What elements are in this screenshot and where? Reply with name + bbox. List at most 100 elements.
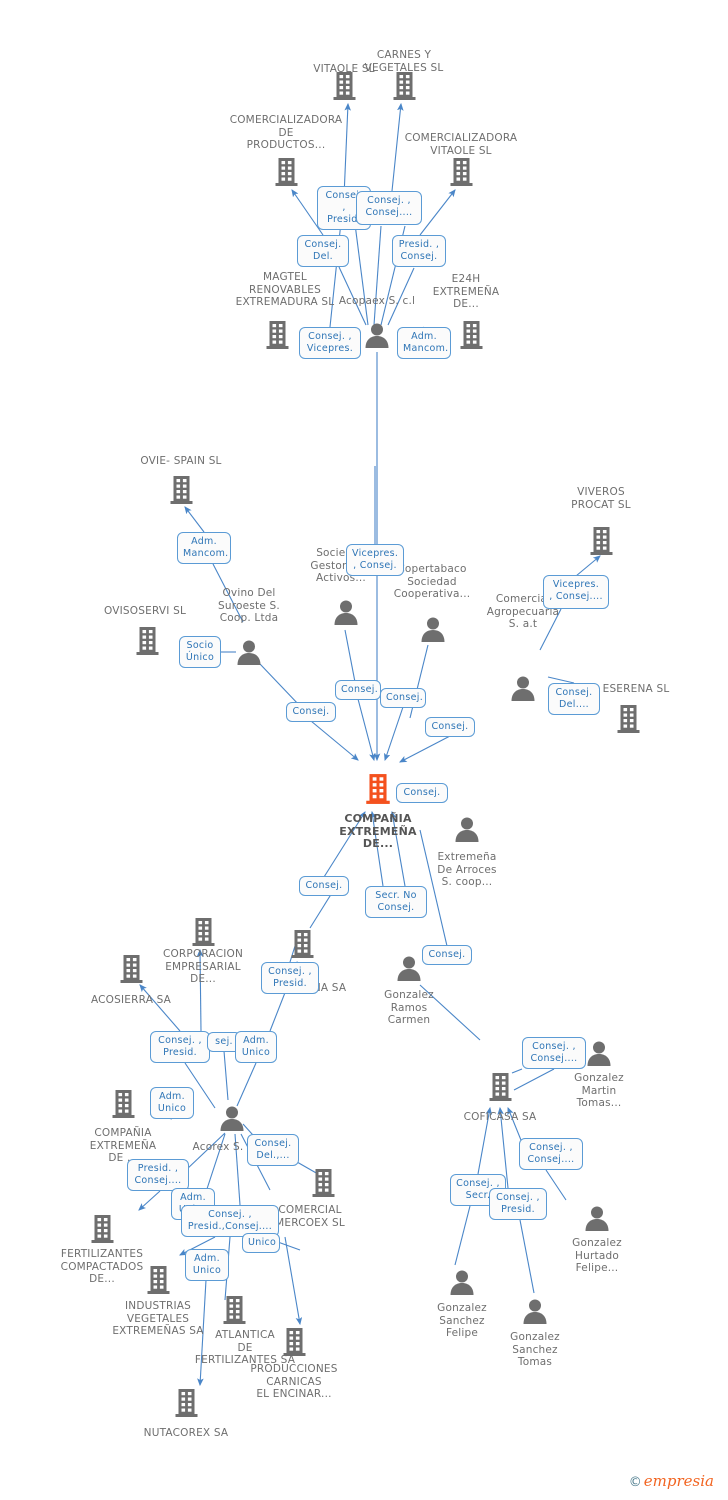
- node-label-wrapper: Gonzalez Sanchez Tomas: [475, 1330, 595, 1369]
- person-icon: [442, 1269, 482, 1298]
- relation-badge[interactable]: Consej. , Consej....: [522, 1037, 586, 1069]
- relation-badge[interactable]: Consej. Del....: [548, 683, 600, 715]
- relation-badge[interactable]: Consej. , Presid.: [489, 1188, 547, 1220]
- person-node-icon[interactable]: [326, 599, 366, 628]
- company-node-icon[interactable]: [166, 1388, 206, 1421]
- person-node-icon[interactable]: [357, 322, 397, 351]
- edge-line: [399, 735, 451, 763]
- company-node-icon[interactable]: [161, 475, 201, 508]
- company-node-icon[interactable]: [103, 1089, 143, 1122]
- relation-badge[interactable]: Vicepres. , Consej....: [543, 575, 609, 609]
- relation-badge[interactable]: Consej.: [422, 945, 472, 965]
- relation-badge[interactable]: Adm. Mancom.: [177, 532, 231, 564]
- relation-badge[interactable]: Adm. Mancom.: [397, 327, 451, 359]
- building-icon: [358, 773, 398, 808]
- company-node-icon[interactable]: [127, 626, 167, 659]
- node-label-wrapper: E24H EXTREMEÑA DE...: [406, 272, 526, 311]
- relation-badge[interactable]: Socio Único: [179, 636, 221, 668]
- node-label-wrapper: PRODUCCIONES CARNICAS EL ENCINAR...: [234, 1362, 354, 1401]
- company-node-icon[interactable]: [441, 157, 481, 190]
- edge-line: [357, 698, 376, 762]
- relation-badge[interactable]: Consej. Del.,...: [247, 1134, 299, 1166]
- relation-badge[interactable]: Consej. , Presid.: [150, 1031, 210, 1063]
- node-label-wrapper: CARNES Y VEGETALES SL: [344, 48, 464, 74]
- company-node-icon[interactable]: [324, 71, 364, 104]
- building-icon: [266, 157, 306, 190]
- relation-badge[interactable]: Consej.: [380, 688, 426, 708]
- company-node-icon[interactable]: [480, 1072, 520, 1105]
- company-node-icon[interactable]: [282, 929, 322, 962]
- company-node-icon[interactable]: [214, 1295, 254, 1328]
- person-node-icon[interactable]: [413, 616, 453, 645]
- company-node-icon[interactable]: [451, 320, 491, 353]
- relation-badge[interactable]: Consej. Del.: [297, 235, 349, 267]
- copyright-icon: ©: [628, 1475, 642, 1490]
- node-label: Gonzalez Ramos Carmen: [384, 989, 434, 1026]
- person-node-icon[interactable]: [515, 1298, 555, 1327]
- company-node-icon[interactable]: [183, 917, 223, 950]
- edge-line: [575, 555, 601, 577]
- company-node-icon[interactable]: [257, 320, 297, 353]
- company-node-icon[interactable]: [608, 704, 648, 737]
- building-icon: [441, 157, 481, 190]
- relation-badge[interactable]: Consej.: [286, 702, 336, 722]
- company-node-icon[interactable]: [303, 1168, 343, 1201]
- building-icon: [384, 71, 424, 104]
- node-label-wrapper: COFICASA SA: [440, 1110, 560, 1124]
- relation-badge[interactable]: Adm. Unico: [235, 1031, 277, 1063]
- company-node-icon[interactable]: [266, 157, 306, 190]
- node-label-wrapper: Extremeña De Arroces S. coop...: [407, 850, 527, 889]
- relation-badge[interactable]: Consej.: [425, 717, 475, 737]
- relation-badge[interactable]: Consej.: [396, 783, 448, 803]
- main-company-node-icon[interactable]: [358, 773, 398, 808]
- relation-badge[interactable]: Vicepres. , Consej.: [346, 544, 404, 576]
- node-label: OVIE- SPAIN SL: [140, 455, 222, 467]
- building-icon: [111, 954, 151, 987]
- brand-label: empresia: [643, 1472, 714, 1490]
- company-node-icon[interactable]: [82, 1214, 122, 1247]
- company-node-icon[interactable]: [138, 1265, 178, 1298]
- node-label: COMERCIALIZADORA DE PRODUCTOS...: [229, 114, 343, 151]
- building-icon: [166, 1388, 206, 1421]
- person-icon: [229, 639, 269, 668]
- relation-badge[interactable]: Consej. , Vicepres.: [299, 327, 361, 359]
- node-label: PRODUCCIONES CARNICAS EL ENCINAR...: [250, 1363, 338, 1400]
- relation-badge[interactable]: Consej.: [335, 680, 381, 700]
- edge-line: [138, 1190, 161, 1211]
- person-node-icon[interactable]: [212, 1105, 252, 1134]
- person-node-icon[interactable]: [229, 639, 269, 668]
- edge-line: [284, 1236, 303, 1326]
- company-node-icon[interactable]: [111, 954, 151, 987]
- person-node-icon[interactable]: [442, 1269, 482, 1298]
- node-label: E24H EXTREMEÑA DE...: [432, 273, 500, 310]
- company-node-icon[interactable]: [384, 71, 424, 104]
- relation-badge[interactable]: Consej. , Presid.: [261, 962, 319, 994]
- person-node-icon[interactable]: [577, 1205, 617, 1234]
- org-network-diagram: VITAOLE SL CARNES Y VEGETALES SL COMERCIAL…: [0, 0, 728, 1500]
- relation-badge[interactable]: Adm. Unico: [150, 1087, 194, 1119]
- company-node-icon[interactable]: [274, 1327, 314, 1360]
- relation-badge[interactable]: Presid. , Consej.: [392, 235, 446, 267]
- edge-line: [344, 629, 356, 683]
- node-label: COFICASA SA: [463, 1111, 537, 1123]
- person-node-icon[interactable]: [447, 816, 487, 845]
- node-label-wrapper: NUTACOREX SA: [126, 1426, 246, 1440]
- edge-line: [454, 1205, 471, 1266]
- edge-line: [236, 1062, 257, 1107]
- node-label-wrapper: Gonzalez Martin Tomas...: [539, 1071, 659, 1110]
- edge-line: [373, 225, 382, 326]
- relation-badge[interactable]: Unico: [242, 1233, 280, 1253]
- relation-badge[interactable]: Presid. , Consej....: [127, 1159, 189, 1191]
- person-node-icon[interactable]: [503, 675, 543, 704]
- relation-badge[interactable]: Consej. , Consej....: [356, 191, 422, 225]
- relation-badge[interactable]: Adm. Unico: [185, 1249, 229, 1281]
- node-label: ACOSIERRA SA: [90, 994, 172, 1006]
- relation-badge[interactable]: Consej. , Consej....: [519, 1138, 583, 1170]
- company-node-icon[interactable]: [581, 526, 621, 559]
- person-icon: [577, 1205, 617, 1234]
- relation-badge[interactable]: Consej.: [299, 876, 349, 896]
- relation-badge[interactable]: Secr. No Consej.: [365, 886, 427, 918]
- building-icon: [82, 1214, 122, 1247]
- building-icon: [257, 320, 297, 353]
- node-label: Ovino Del Suroeste S. Coop. Ltda: [218, 587, 280, 624]
